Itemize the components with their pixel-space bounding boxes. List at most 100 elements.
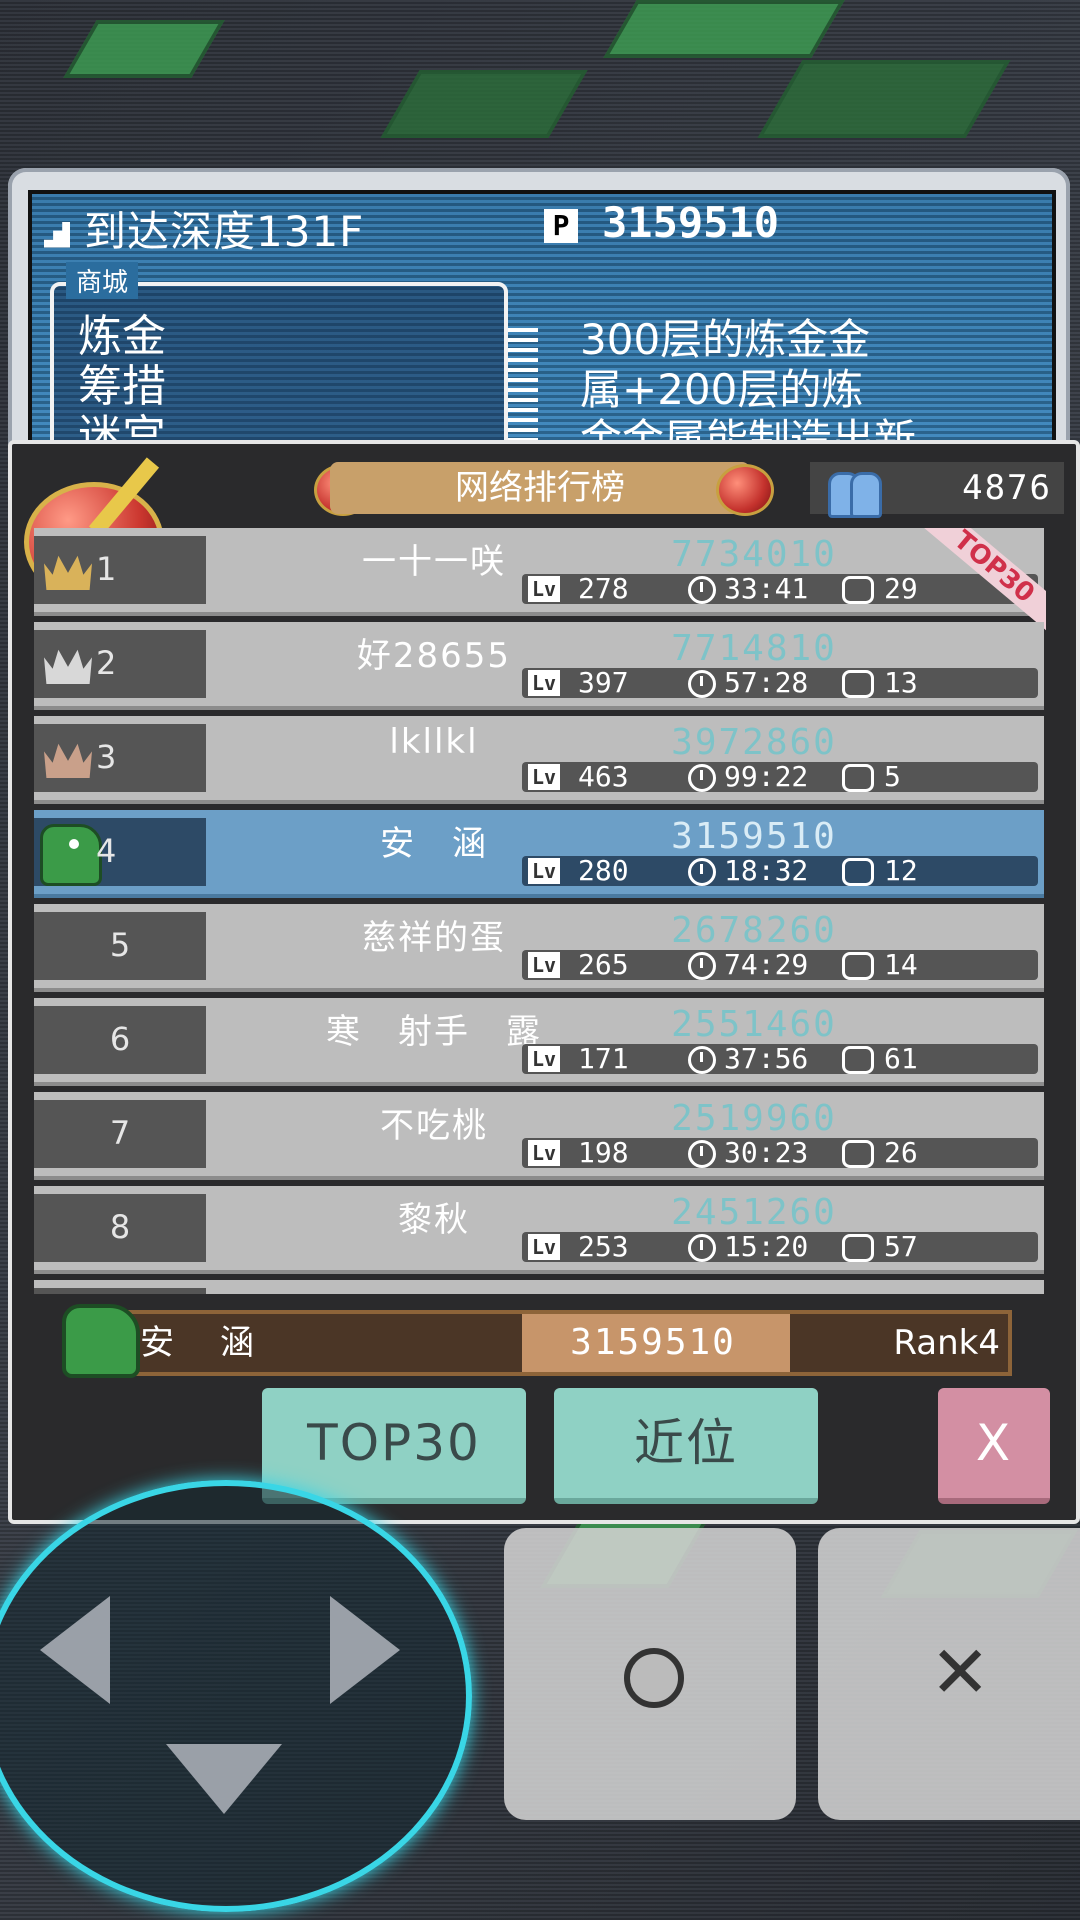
level-tag: Lv xyxy=(528,1140,561,1166)
level-value: 253 xyxy=(578,1230,629,1263)
map-tile xyxy=(63,20,225,78)
level-tag: Lv xyxy=(528,670,561,696)
stairs-icon xyxy=(44,221,70,248)
rank-number: 8 xyxy=(109,1208,131,1246)
loop-icon xyxy=(842,764,874,792)
leaderboard-row[interactable]: 3 lkllkl 3972860 Lv 463 99:22 5 xyxy=(34,716,1044,804)
level-value: 278 xyxy=(578,572,629,605)
cross-icon: ✕ xyxy=(930,1630,991,1714)
rank-badge: 7 xyxy=(34,1100,206,1168)
player-score: 2551460 xyxy=(671,1004,837,1045)
my-name: 安 涵 xyxy=(140,1323,260,1363)
my-rank-bar: 安 涵 3159510 Rank4 xyxy=(100,1310,1012,1376)
level-value: 198 xyxy=(578,1136,629,1169)
clock-icon xyxy=(688,764,716,792)
rank-number: 6 xyxy=(109,1020,131,1058)
loop-icon xyxy=(842,1234,874,1262)
my-score: 3159510 xyxy=(570,1322,736,1363)
clock-icon xyxy=(688,576,716,604)
online-players: 4876 xyxy=(810,462,1064,518)
leaderboard-row-current-player[interactable]: 4 安 涵 3159510 Lv 280 18:32 12 xyxy=(34,810,1044,898)
level-value: 463 xyxy=(578,760,629,793)
loop-icon xyxy=(842,858,874,886)
rank-number: 2 xyxy=(96,644,117,682)
dpad-down-icon[interactable] xyxy=(166,1744,282,1814)
online-count: 4876 xyxy=(962,468,1052,508)
play-time: 37:56 xyxy=(724,1042,809,1075)
map-tile xyxy=(380,70,588,138)
loop-count: 5 xyxy=(884,760,901,793)
level-tag: Lv xyxy=(528,764,561,790)
dino-avatar-icon xyxy=(40,824,102,886)
player-score: 2678260 xyxy=(671,910,837,951)
play-time: 15:20 xyxy=(724,1230,809,1263)
leaderboard-row[interactable]: 5 慈祥的蛋 2678260 Lv 265 74:29 14 xyxy=(34,904,1044,992)
rank-number: 3 xyxy=(96,738,117,776)
leaderboard-row[interactable]: 8 黎秋 2451260 Lv 253 15:20 57 xyxy=(34,1186,1044,1274)
leaderboard-row[interactable]: 2 好28655 7714810 Lv 397 57:28 13 xyxy=(34,622,1044,710)
level-tag: Lv xyxy=(528,576,561,602)
player-stats: Lv 280 18:32 12 xyxy=(522,856,1038,886)
play-time: 74:29 xyxy=(724,948,809,981)
silver-crown-icon xyxy=(42,638,94,690)
loop-icon xyxy=(842,1046,874,1074)
rank-badge xyxy=(34,1288,206,1294)
leaderboard-row[interactable]: 1 一十一咲 7734010 Lv 278 33:41 29 TOP30 xyxy=(34,528,1046,632)
depth-indicator: 到达深度131F xyxy=(44,198,364,259)
level-tag: Lv xyxy=(528,952,561,978)
crown-decoration-icon xyxy=(712,456,774,516)
my-rank: Rank4 xyxy=(893,1323,1000,1363)
loop-count: 13 xyxy=(884,666,918,699)
close-button[interactable]: X xyxy=(938,1388,1050,1504)
leaderboard-title: 网络排行榜 xyxy=(330,462,750,514)
leaderboard-list[interactable]: 1 一十一咲 7734010 Lv 278 33:41 29 TOP30 2 好… xyxy=(34,528,1046,1294)
rank-badge: 3 xyxy=(34,724,206,792)
rank-badge: 6 xyxy=(34,1006,206,1074)
loop-count: 26 xyxy=(884,1136,918,1169)
clock-icon xyxy=(688,1140,716,1168)
leaderboard-row[interactable]: 7 不吃桃 2519960 Lv 198 30:23 26 xyxy=(34,1092,1044,1180)
rank-badge: 8 xyxy=(34,1194,206,1262)
play-time: 30:23 xyxy=(724,1136,809,1169)
player-stats: Lv 171 37:56 61 xyxy=(522,1044,1038,1074)
play-time: 57:28 xyxy=(724,666,809,699)
nearby-button[interactable]: 近位 xyxy=(554,1388,818,1504)
leaderboard-row[interactable]: 6 寒 射手 露 2551460 Lv 171 37:56 61 xyxy=(34,998,1044,1086)
clock-icon xyxy=(688,952,716,980)
level-value: 280 xyxy=(578,854,629,887)
depth-label: 到达深度131F xyxy=(84,207,365,256)
level-tag: Lv xyxy=(528,1234,561,1260)
level-value: 397 xyxy=(578,666,629,699)
player-score: 2519960 xyxy=(671,1098,837,1139)
player-score: 2451260 xyxy=(671,1192,837,1233)
my-name-area: 安 涵 xyxy=(104,1314,522,1372)
loop-count: 12 xyxy=(884,854,918,887)
leaderboard-row-partial[interactable] xyxy=(34,1280,1044,1294)
map-tile xyxy=(757,60,1011,138)
player-stats: Lv 198 30:23 26 xyxy=(522,1138,1038,1168)
level-value: 265 xyxy=(578,948,629,981)
points-value: 3159510 xyxy=(602,198,780,247)
player-stats: Lv 265 74:29 14 xyxy=(522,950,1038,980)
dpad-left-icon[interactable] xyxy=(40,1596,110,1704)
level-tag: Lv xyxy=(528,858,561,884)
bronze-crown-icon xyxy=(42,732,94,784)
level-value: 171 xyxy=(578,1042,629,1075)
points-icon: P xyxy=(544,208,578,243)
rank-badge: 4 xyxy=(34,818,206,886)
gold-crown-icon xyxy=(42,544,94,596)
dpad-right-icon[interactable] xyxy=(330,1596,400,1704)
clock-icon xyxy=(688,670,716,698)
player-score: 3972860 xyxy=(671,722,837,763)
play-time: 18:32 xyxy=(724,854,809,887)
play-time: 33:41 xyxy=(724,572,809,605)
player-score: 7714810 xyxy=(671,628,837,669)
rank-number: 7 xyxy=(109,1114,131,1152)
map-tile xyxy=(603,0,845,58)
player-stats: Lv 253 15:20 57 xyxy=(522,1232,1038,1262)
level-tag: Lv xyxy=(528,1046,561,1072)
rank-number: 5 xyxy=(109,926,131,964)
clock-icon xyxy=(688,1046,716,1074)
player-stats: Lv 397 57:28 13 xyxy=(522,668,1038,698)
rank-number: 4 xyxy=(96,832,117,870)
